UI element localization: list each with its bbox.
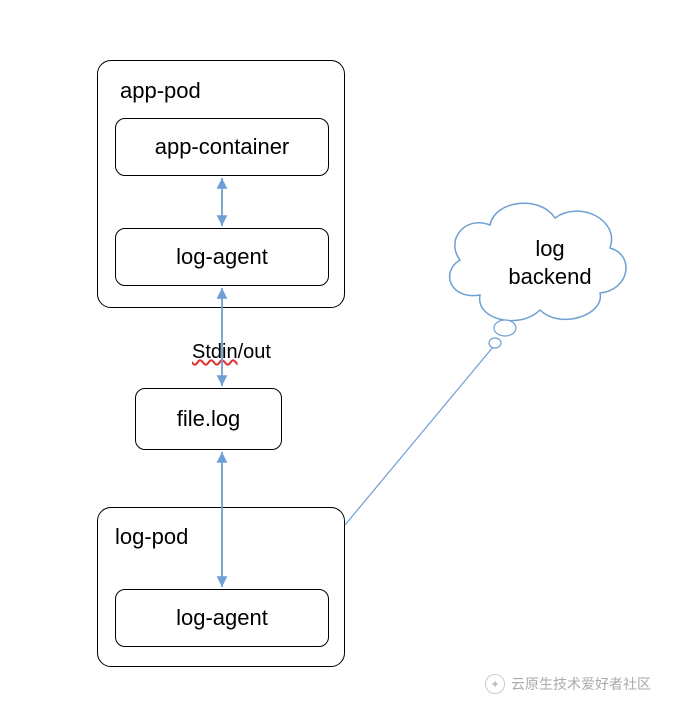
watermark: ✦ 云原生技术爱好者社区 [485, 674, 651, 694]
out-text: /out [238, 341, 271, 363]
log-backend-label: log backend [500, 235, 600, 290]
watermark-text: 云原生技术爱好者社区 [511, 674, 651, 694]
file-log-label: file.log [177, 406, 241, 432]
app-container-label: app-container [155, 134, 290, 160]
app-pod-log-agent-label: log-agent [176, 244, 268, 270]
app-pod-title: app-pod [120, 78, 201, 104]
app-container: app-container [115, 118, 329, 176]
wechat-icon: ✦ [485, 674, 505, 694]
app-pod-log-agent: log-agent [115, 228, 329, 286]
file-log: file.log [135, 388, 282, 450]
stdin-text: Stdin [192, 341, 238, 363]
log-pod-log-agent: log-agent [115, 589, 329, 647]
backend-line2: backend [508, 264, 591, 289]
log-pod-log-agent-label: log-agent [176, 605, 268, 631]
backend-line1: log [535, 236, 564, 261]
stdin-out-label: Stdin/out [192, 341, 271, 364]
log-pod-title: log-pod [115, 524, 188, 550]
line-logpod-backend [345, 347, 493, 525]
